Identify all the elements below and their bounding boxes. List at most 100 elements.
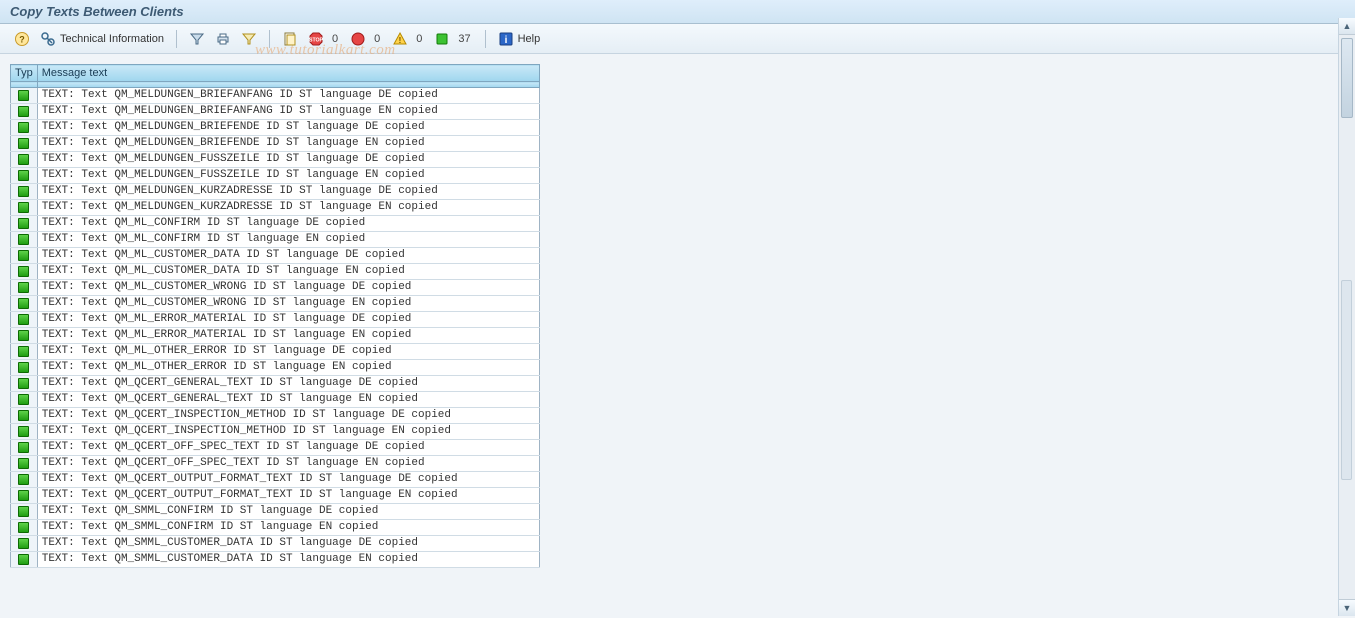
success-icon[interactable] — [430, 29, 454, 49]
type-cell — [11, 120, 38, 136]
help-button[interactable]: i Help — [494, 29, 545, 49]
success-status-icon — [18, 378, 29, 389]
message-text-cell: TEXT: Text QM_ML_CONFIRM ID ST language … — [37, 216, 539, 232]
column-header-typ[interactable]: Typ — [11, 65, 38, 82]
success-status-icon — [18, 202, 29, 213]
table-row[interactable]: TEXT: Text QM_ML_OTHER_ERROR ID ST langu… — [11, 344, 540, 360]
table-row[interactable]: TEXT: Text QM_MELDUNGEN_BRIEFANFANG ID S… — [11, 104, 540, 120]
table-row[interactable]: TEXT: Text QM_QCERT_GENERAL_TEXT ID ST l… — [11, 376, 540, 392]
table-row[interactable]: TEXT: Text QM_ML_ERROR_MATERIAL ID ST la… — [11, 312, 540, 328]
success-status-icon — [18, 490, 29, 501]
window-title: Copy Texts Between Clients — [0, 0, 1355, 24]
table-row[interactable]: TEXT: Text QM_MELDUNGEN_BRIEFENDE ID ST … — [11, 120, 540, 136]
page-icon[interactable] — [278, 29, 302, 49]
type-cell — [11, 360, 38, 376]
message-text-cell: TEXT: Text QM_ML_CUSTOMER_WRONG ID ST la… — [37, 280, 539, 296]
message-text-cell: TEXT: Text QM_MELDUNGEN_FUSSZEILE ID ST … — [37, 168, 539, 184]
success-status-icon — [18, 138, 29, 149]
type-cell — [11, 104, 38, 120]
table-row[interactable]: TEXT: Text QM_ML_ERROR_MATERIAL ID ST la… — [11, 328, 540, 344]
help-question-icon[interactable]: ? — [10, 29, 34, 49]
message-text-cell: TEXT: Text QM_MELDUNGEN_BRIEFENDE ID ST … — [37, 120, 539, 136]
warning-icon[interactable]: ! — [388, 29, 412, 49]
table-row[interactable]: TEXT: Text QM_QCERT_OUTPUT_FORMAT_TEXT I… — [11, 488, 540, 504]
message-text-cell: TEXT: Text QM_MELDUNGEN_KURZADRESSE ID S… — [37, 200, 539, 216]
table-row[interactable]: TEXT: Text QM_SMML_CONFIRM ID ST languag… — [11, 520, 540, 536]
success-status-icon — [18, 394, 29, 405]
message-text-cell: TEXT: Text QM_MELDUNGEN_BRIEFANFANG ID S… — [37, 104, 539, 120]
type-cell — [11, 424, 38, 440]
scroll-track-nub[interactable] — [1341, 280, 1352, 480]
table-row[interactable]: TEXT: Text QM_MELDUNGEN_BRIEFENDE ID ST … — [11, 136, 540, 152]
table-row[interactable]: TEXT: Text QM_SMML_CUSTOMER_DATA ID ST l… — [11, 552, 540, 568]
scroll-thumb[interactable] — [1341, 38, 1353, 118]
table-row[interactable]: TEXT: Text QM_ML_CUSTOMER_WRONG ID ST la… — [11, 296, 540, 312]
table-row[interactable]: TEXT: Text QM_ML_CONFIRM ID ST language … — [11, 232, 540, 248]
table-row[interactable]: TEXT: Text QM_MELDUNGEN_KURZADRESSE ID S… — [11, 184, 540, 200]
table-row[interactable]: TEXT: Text QM_MELDUNGEN_FUSSZEILE ID ST … — [11, 168, 540, 184]
stop-icon[interactable]: STOP — [304, 29, 328, 49]
table-row[interactable]: TEXT: Text QM_QCERT_OUTPUT_FORMAT_TEXT I… — [11, 472, 540, 488]
message-text-cell: TEXT: Text QM_ML_ERROR_MATERIAL ID ST la… — [37, 328, 539, 344]
table-row[interactable]: TEXT: Text QM_ML_CUSTOMER_DATA ID ST lan… — [11, 264, 540, 280]
message-text-cell: TEXT: Text QM_SMML_CUSTOMER_DATA ID ST l… — [37, 536, 539, 552]
type-cell — [11, 440, 38, 456]
success-status-icon — [18, 442, 29, 453]
success-status-icon — [18, 474, 29, 485]
table-row[interactable]: TEXT: Text QM_QCERT_GENERAL_TEXT ID ST l… — [11, 392, 540, 408]
success-status-icon — [18, 522, 29, 533]
success-status-icon — [18, 314, 29, 325]
success-status-icon — [18, 298, 29, 309]
print-icon[interactable] — [211, 29, 235, 49]
table-row[interactable]: TEXT: Text QM_ML_CUSTOMER_WRONG ID ST la… — [11, 280, 540, 296]
success-status-icon — [18, 266, 29, 277]
message-text-cell: TEXT: Text QM_SMML_CUSTOMER_DATA ID ST l… — [37, 552, 539, 568]
success-status-icon — [18, 458, 29, 469]
success-status-icon — [18, 234, 29, 245]
message-text-cell: TEXT: Text QM_SMML_CONFIRM ID ST languag… — [37, 520, 539, 536]
message-text-cell: TEXT: Text QM_MELDUNGEN_BRIEFENDE ID ST … — [37, 136, 539, 152]
message-text-cell: TEXT: Text QM_ML_ERROR_MATERIAL ID ST la… — [37, 312, 539, 328]
success-status-icon — [18, 330, 29, 341]
table-row[interactable]: TEXT: Text QM_SMML_CUSTOMER_DATA ID ST l… — [11, 536, 540, 552]
filter-icon[interactable] — [185, 29, 209, 49]
table-row[interactable]: TEXT: Text QM_SMML_CONFIRM ID ST languag… — [11, 504, 540, 520]
filter-delete-icon[interactable] — [237, 29, 261, 49]
success-status-icon — [18, 218, 29, 229]
message-text-cell: TEXT: Text QM_MELDUNGEN_BRIEFANFANG ID S… — [37, 88, 539, 104]
toolbar-separator — [176, 30, 177, 48]
type-cell — [11, 488, 38, 504]
scroll-up-arrow[interactable]: ▲ — [1339, 18, 1355, 35]
table-row[interactable]: TEXT: Text QM_MELDUNGEN_BRIEFANFANG ID S… — [11, 88, 540, 104]
type-cell — [11, 408, 38, 424]
message-text-cell: TEXT: Text QM_ML_CUSTOMER_WRONG ID ST la… — [37, 296, 539, 312]
warning-count: 0 — [416, 33, 422, 45]
message-text-cell: TEXT: Text QM_QCERT_GENERAL_TEXT ID ST l… — [37, 376, 539, 392]
message-text-cell: TEXT: Text QM_ML_OTHER_ERROR ID ST langu… — [37, 344, 539, 360]
table-row[interactable]: TEXT: Text QM_QCERT_INSPECTION_METHOD ID… — [11, 424, 540, 440]
table-row[interactable]: TEXT: Text QM_ML_CONFIRM ID ST language … — [11, 216, 540, 232]
success-status-icon — [18, 154, 29, 165]
table-row[interactable]: TEXT: Text QM_ML_OTHER_ERROR ID ST langu… — [11, 360, 540, 376]
success-status-icon — [18, 506, 29, 517]
table-row[interactable]: TEXT: Text QM_MELDUNGEN_FUSSZEILE ID ST … — [11, 152, 540, 168]
success-status-icon — [18, 186, 29, 197]
type-cell — [11, 552, 38, 568]
column-header-message[interactable]: Message text — [37, 65, 539, 82]
table-row[interactable]: TEXT: Text QM_MELDUNGEN_KURZADRESSE ID S… — [11, 200, 540, 216]
table-row[interactable]: TEXT: Text QM_QCERT_OFF_SPEC_TEXT ID ST … — [11, 456, 540, 472]
success-status-icon — [18, 426, 29, 437]
table-row[interactable]: TEXT: Text QM_ML_CUSTOMER_DATA ID ST lan… — [11, 248, 540, 264]
error-count: 0 — [374, 33, 380, 45]
type-cell — [11, 216, 38, 232]
scroll-down-arrow[interactable]: ▼ — [1339, 599, 1355, 616]
table-row[interactable]: TEXT: Text QM_QCERT_INSPECTION_METHOD ID… — [11, 408, 540, 424]
success-status-icon — [18, 362, 29, 373]
success-status-icon — [18, 90, 29, 101]
table-row[interactable]: TEXT: Text QM_QCERT_OFF_SPEC_TEXT ID ST … — [11, 440, 540, 456]
error-icon[interactable] — [346, 29, 370, 49]
type-cell — [11, 312, 38, 328]
message-text-cell: TEXT: Text QM_QCERT_OFF_SPEC_TEXT ID ST … — [37, 440, 539, 456]
stop-count: 0 — [332, 33, 338, 45]
technical-information-button[interactable]: Technical Information — [36, 29, 168, 49]
